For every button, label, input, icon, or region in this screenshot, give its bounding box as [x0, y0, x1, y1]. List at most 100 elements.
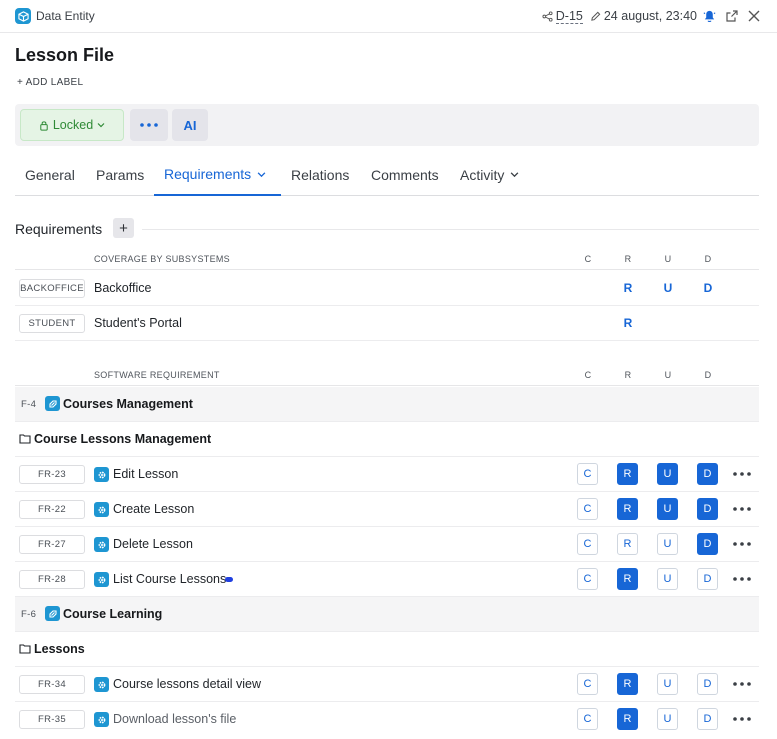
- requirement-code-tag[interactable]: FR-34: [19, 675, 85, 694]
- crud-d-toggle[interactable]: D: [697, 533, 718, 555]
- gear-icon: [94, 467, 109, 482]
- folder-row[interactable]: Course Lessons Management: [15, 422, 759, 457]
- add-requirement-button[interactable]: +: [113, 218, 134, 238]
- feature-code: F-4: [21, 399, 37, 410]
- subsystem-name[interactable]: Backoffice: [94, 281, 151, 295]
- crud-d-toggle[interactable]: D: [697, 708, 718, 730]
- folder-name[interactable]: Course Lessons Management: [34, 432, 211, 446]
- crud-c-toggle[interactable]: C: [577, 533, 598, 555]
- feature-icon: [45, 606, 60, 621]
- subsystem-tag[interactable]: STUDENT: [19, 314, 85, 333]
- folder-row[interactable]: Lessons: [15, 632, 759, 667]
- row-more-icon[interactable]: [732, 502, 752, 516]
- requirement-row[interactable]: FR-35 Download lesson's file C R U D: [15, 702, 759, 737]
- requirement-code-tag[interactable]: FR-28: [19, 570, 85, 589]
- crud-u-toggle[interactable]: U: [657, 463, 678, 485]
- feature-name[interactable]: Course Learning: [63, 607, 162, 621]
- tab-general[interactable]: General: [15, 154, 85, 195]
- crud-c-toggle[interactable]: C: [577, 673, 598, 695]
- row-more-icon[interactable]: [732, 572, 752, 586]
- tab-comments[interactable]: Comments: [361, 154, 449, 195]
- edited-date: 24 august, 23:40: [603, 9, 697, 23]
- crud-d-toggle[interactable]: D: [697, 568, 718, 590]
- bell-icon[interactable]: [702, 9, 717, 24]
- crud-r-toggle[interactable]: R: [617, 568, 638, 590]
- software-requirement-header: SOFTWARE REQUIREMENT C R U D: [15, 366, 759, 386]
- subsystem-tag[interactable]: BACKOFFICE: [19, 279, 85, 298]
- crud-c-toggle[interactable]: C: [577, 708, 598, 730]
- row-more-icon[interactable]: [732, 677, 752, 691]
- status-pill: [225, 577, 233, 582]
- requirement-name[interactable]: Edit Lesson: [113, 467, 178, 481]
- requirement-code-tag[interactable]: FR-35: [19, 710, 85, 729]
- pencil-icon[interactable]: [590, 11, 601, 22]
- requirement-name[interactable]: List Course Lessons: [113, 572, 226, 586]
- feature-group-row[interactable]: F-6 Course Learning: [15, 597, 759, 632]
- folder-name[interactable]: Lessons: [34, 642, 85, 656]
- gear-icon: [94, 502, 109, 517]
- crud-d-toggle[interactable]: D: [697, 498, 718, 520]
- feature-icon: [45, 396, 60, 411]
- entity-code-link[interactable]: D-15: [555, 9, 583, 24]
- tab-requirements[interactable]: Requirements: [154, 154, 281, 196]
- crud-r-toggle[interactable]: R: [617, 673, 638, 695]
- requirement-row[interactable]: FR-23 Edit Lesson C R U D: [15, 457, 759, 492]
- crud-d-toggle[interactable]: D: [697, 673, 718, 695]
- requirement-row[interactable]: FR-28 List Course Lessons C R U D: [15, 562, 759, 597]
- tab-activity[interactable]: Activity: [450, 154, 529, 195]
- feature-group-row[interactable]: F-4 Courses Management: [15, 387, 759, 422]
- external-link-icon[interactable]: [725, 9, 739, 23]
- requirement-code-tag[interactable]: FR-27: [19, 535, 85, 554]
- col-d: D: [704, 254, 712, 264]
- tab-params[interactable]: Params: [86, 154, 154, 195]
- top-right-meta: D-15 24 august, 23:40: [542, 7, 761, 25]
- requirement-name[interactable]: Delete Lesson: [113, 537, 193, 551]
- close-icon[interactable]: [747, 9, 761, 23]
- share-icon[interactable]: [542, 10, 553, 22]
- crud-r-toggle[interactable]: R: [617, 498, 638, 520]
- requirement-name[interactable]: Download lesson's file: [113, 712, 236, 726]
- cube-icon: [15, 8, 31, 24]
- tab-relations[interactable]: Relations: [281, 154, 359, 195]
- more-actions-button[interactable]: [130, 109, 168, 141]
- crud-u-toggle[interactable]: U: [657, 498, 678, 520]
- chevron-down-icon: [97, 121, 105, 129]
- requirement-name[interactable]: Create Lesson: [113, 502, 194, 516]
- requirement-code-tag[interactable]: FR-22: [19, 500, 85, 519]
- coverage-row[interactable]: BACKOFFICE Backoffice R U D: [15, 271, 759, 306]
- col-u: U: [664, 254, 672, 264]
- ai-button[interactable]: AI: [172, 109, 208, 141]
- crud-r-toggle[interactable]: R: [617, 708, 638, 730]
- requirement-name[interactable]: Course lessons detail view: [113, 677, 261, 691]
- requirements-heading: Requirements: [15, 221, 103, 237]
- software-header-label: SOFTWARE REQUIREMENT: [94, 370, 220, 380]
- crud-c-toggle[interactable]: C: [577, 568, 598, 590]
- crud-c-toggle[interactable]: C: [577, 463, 598, 485]
- crud-u-toggle[interactable]: U: [657, 533, 678, 555]
- crud-d-toggle[interactable]: D: [697, 463, 718, 485]
- crud-c-toggle[interactable]: C: [577, 498, 598, 520]
- crud-u-toggle[interactable]: U: [657, 568, 678, 590]
- coverage-row[interactable]: STUDENT Student's Portal R: [15, 306, 759, 341]
- gear-icon: [94, 677, 109, 692]
- requirement-row[interactable]: FR-27 Delete Lesson C R U D: [15, 527, 759, 562]
- folder-icon: [19, 643, 31, 654]
- crud-u-toggle[interactable]: U: [657, 708, 678, 730]
- page-title: Lesson File: [15, 45, 115, 65]
- feature-name[interactable]: Courses Management: [63, 397, 193, 411]
- crud-r-toggle[interactable]: R: [617, 533, 638, 555]
- row-more-icon[interactable]: [732, 467, 752, 481]
- crud-u-toggle[interactable]: U: [657, 673, 678, 695]
- subsystem-name[interactable]: Student's Portal: [94, 316, 182, 330]
- locked-status-button[interactable]: Locked: [20, 109, 124, 141]
- col-r: R: [624, 370, 632, 380]
- row-more-icon[interactable]: [732, 537, 752, 551]
- locked-status-label: Locked: [52, 118, 94, 132]
- requirement-code-tag[interactable]: FR-23: [19, 465, 85, 484]
- add-label-button[interactable]: + ADD LABEL: [17, 77, 83, 88]
- crud-r-toggle[interactable]: R: [617, 463, 638, 485]
- requirement-row[interactable]: FR-22 Create Lesson C R U D: [15, 492, 759, 527]
- requirement-row[interactable]: FR-34 Course lessons detail view C R U D: [15, 667, 759, 702]
- row-more-icon[interactable]: [732, 712, 752, 726]
- feature-code: F-6: [21, 609, 37, 620]
